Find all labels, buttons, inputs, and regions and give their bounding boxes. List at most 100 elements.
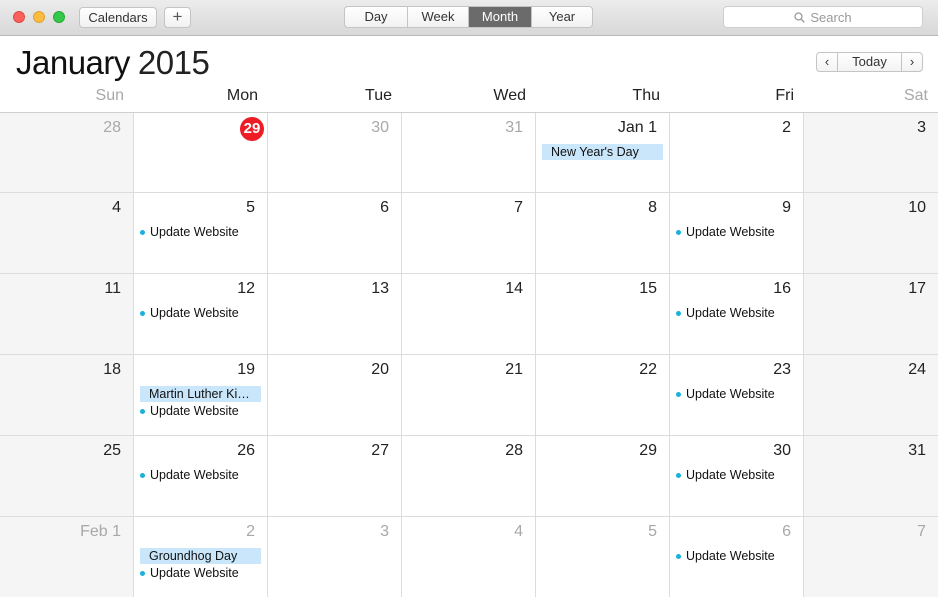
view-day-tab[interactable]: Day <box>345 7 408 27</box>
event-title: Update Website <box>686 387 775 401</box>
day-cell[interactable]: 6 <box>268 193 402 274</box>
day-cell[interactable]: 30 Update Website <box>670 436 804 517</box>
search-input[interactable]: Search <box>723 6 923 28</box>
day-cell[interactable]: 13 <box>268 274 402 355</box>
minimize-window-button[interactable] <box>33 11 45 23</box>
event-title: Update Website <box>686 225 775 239</box>
day-number: 2 <box>246 523 255 540</box>
calendars-button[interactable]: Calendars <box>79 7 157 28</box>
calendar-event[interactable]: Update Website <box>676 467 775 483</box>
day-cell[interactable]: 25 <box>0 436 134 517</box>
day-cell[interactable]: 4 <box>0 193 134 274</box>
day-cell[interactable]: 7 <box>804 517 938 597</box>
weekday-label: Thu <box>632 87 660 104</box>
day-cell[interactable]: 23 Update Website <box>670 355 804 436</box>
day-cell[interactable]: 5 Update Website <box>134 193 268 274</box>
calendar-header: January 2015 ‹ Today › Sun Mon Tue Wed Th… <box>0 36 938 112</box>
weekday-header-row: Sun Mon Tue Wed Thu Fri Sat <box>0 87 938 112</box>
calendar-event[interactable]: Update Website <box>140 467 239 483</box>
search-icon <box>794 11 806 23</box>
day-cell[interactable]: 18 <box>0 355 134 436</box>
day-cell[interactable]: 31 <box>804 436 938 517</box>
day-cell[interactable]: 2 Groundhog Day Update Website <box>134 517 268 597</box>
calendar-event[interactable]: Update Website <box>140 403 239 419</box>
view-year-tab[interactable]: Year <box>532 7 592 27</box>
day-cell[interactable]: 20 <box>268 355 402 436</box>
day-number: 4 <box>112 199 121 216</box>
day-number: 29 <box>639 442 657 459</box>
event-dot-icon <box>676 391 681 397</box>
day-cell[interactable]: 30 <box>268 113 402 193</box>
day-number: 6 <box>782 523 791 540</box>
day-cell[interactable]: 21 <box>402 355 536 436</box>
calendar-event[interactable]: Update Website <box>140 305 239 321</box>
calendar-event[interactable]: Update Website <box>676 224 775 240</box>
close-window-button[interactable] <box>13 11 25 23</box>
day-number: 14 <box>505 280 523 297</box>
day-cell[interactable]: 26 Update Website <box>134 436 268 517</box>
calendar-event[interactable]: Update Website <box>140 565 239 581</box>
day-cell[interactable]: 6 Update Website <box>670 517 804 597</box>
day-cell[interactable]: 19 Martin Luther Ki… Update Website <box>134 355 268 436</box>
view-month-tab[interactable]: Month <box>469 7 532 27</box>
today-date-badge: 29 <box>240 117 264 141</box>
day-cell[interactable]: 14 <box>402 274 536 355</box>
day-number: 13 <box>371 280 389 297</box>
view-week-tab[interactable]: Week <box>408 7 469 27</box>
day-cell[interactable]: 2 <box>670 113 804 193</box>
day-cell[interactable]: Jan 1 New Year's Day <box>536 113 670 193</box>
weekday-label: Sun <box>95 87 124 104</box>
day-cell[interactable]: 12 Update Website <box>134 274 268 355</box>
calendar-event[interactable]: Update Website <box>676 305 775 321</box>
today-button[interactable]: Today <box>837 52 902 72</box>
day-cell[interactable]: 29 <box>536 436 670 517</box>
add-event-button[interactable]: + <box>164 7 191 28</box>
day-cell[interactable]: 8 <box>536 193 670 274</box>
day-cell[interactable]: 9 Update Website <box>670 193 804 274</box>
day-cell[interactable]: 5 <box>536 517 670 597</box>
day-number: 30 <box>371 119 389 136</box>
day-cell[interactable]: 31 <box>402 113 536 193</box>
day-cell[interactable]: 24 <box>804 355 938 436</box>
day-cell[interactable]: 27 <box>268 436 402 517</box>
all-day-event[interactable]: New Year's Day <box>542 144 663 160</box>
day-cell[interactable]: 3 <box>804 113 938 193</box>
calendar-event[interactable]: Update Website <box>676 386 775 402</box>
day-cell[interactable]: 3 <box>268 517 402 597</box>
weekday-label: Mon <box>226 87 258 104</box>
day-cell[interactable]: 28 <box>402 436 536 517</box>
all-day-event[interactable]: Martin Luther Ki… <box>140 386 261 402</box>
event-dot-icon <box>676 310 681 316</box>
chevron-left-icon: ‹ <box>824 54 830 69</box>
title-month: January <box>16 44 130 81</box>
calendar-event[interactable]: Update Website <box>140 224 239 240</box>
previous-month-button[interactable]: ‹ <box>816 52 838 72</box>
day-cell[interactable]: 7 <box>402 193 536 274</box>
event-dot-icon <box>140 570 145 576</box>
day-cell[interactable]: 15 <box>536 274 670 355</box>
day-cell[interactable]: Feb 1 <box>0 517 134 597</box>
event-dot-icon <box>676 229 681 235</box>
calendar-event[interactable]: Update Website <box>676 548 775 564</box>
day-number: 9 <box>782 199 791 216</box>
day-cell[interactable]: 10 <box>804 193 938 274</box>
day-number: 24 <box>908 361 926 378</box>
day-number: 5 <box>246 199 255 216</box>
day-cell[interactable]: 28 <box>0 113 134 193</box>
zoom-window-button[interactable] <box>53 11 65 23</box>
event-dot-icon <box>140 310 145 316</box>
day-cell[interactable]: 22 <box>536 355 670 436</box>
day-cell[interactable]: 11 <box>0 274 134 355</box>
day-cell[interactable]: 16 Update Website <box>670 274 804 355</box>
day-cell[interactable]: 29 <box>134 113 268 193</box>
event-title: Update Website <box>150 306 239 320</box>
event-dot-icon <box>676 472 681 478</box>
day-number: 26 <box>237 442 255 459</box>
event-dot-icon <box>140 229 145 235</box>
all-day-event[interactable]: Groundhog Day <box>140 548 261 564</box>
day-cell[interactable]: 4 <box>402 517 536 597</box>
day-cell[interactable]: 17 <box>804 274 938 355</box>
day-number: Jan 1 <box>617 119 657 136</box>
next-month-button[interactable]: › <box>901 52 923 72</box>
toolbar: Calendars + Day Week Month Year Search <box>0 0 938 36</box>
